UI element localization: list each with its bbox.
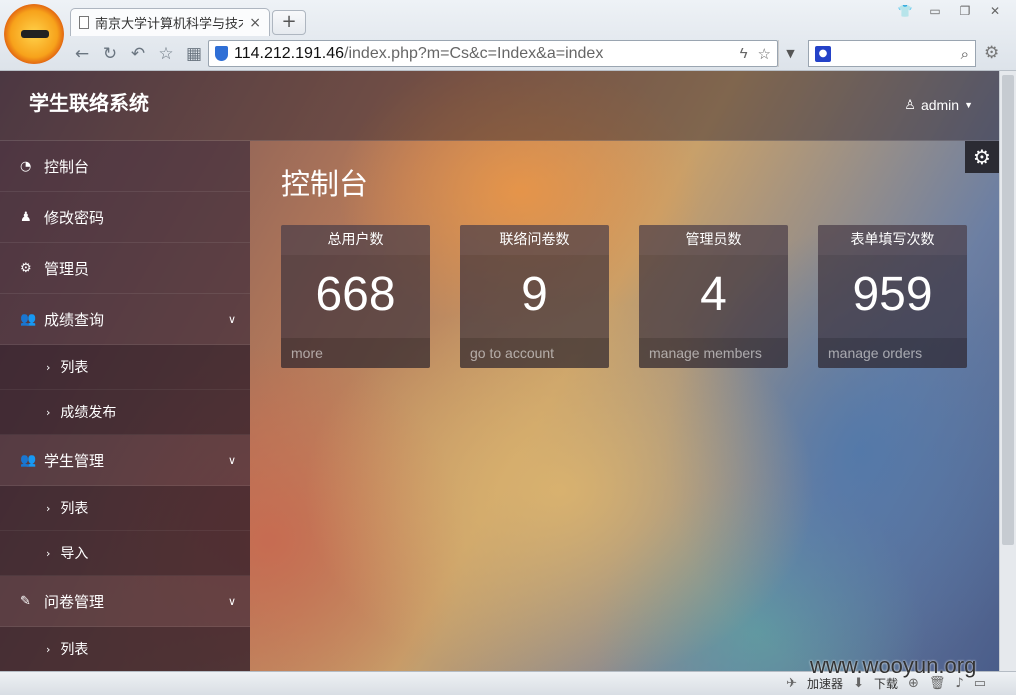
close-tab-icon[interactable]: ×	[249, 15, 261, 31]
chevron-right-icon: ›	[46, 360, 51, 374]
favorite-icon[interactable]: ☆	[154, 42, 178, 66]
sidebar-subitem-students-list[interactable]: › 列表	[0, 486, 250, 531]
edit-icon: ✎	[20, 593, 31, 609]
top-navbar: 学生联络系统 ♙ admin ▼	[0, 71, 999, 141]
stat-card-value: 4	[639, 255, 788, 338]
stat-card-title: 总用户数	[281, 225, 430, 255]
baidu-icon: ●	[815, 45, 831, 62]
person-icon: ♙	[904, 97, 916, 112]
accelerator-icon[interactable]: ✈	[786, 676, 797, 691]
nav-toolbar: ← ↻ ↶ ☆ ▦ 114.212.191.46/index.php?m=Cs&…	[66, 39, 1016, 69]
page-content: 学生联络系统 ♙ admin ▼ ◔ 控制台 ♟ 修改密码 ⚙ 管理员 👥 成绩…	[0, 71, 999, 671]
sidebar-item-label: 管理员	[44, 259, 90, 278]
sidebar-subitem-label: 列表	[60, 360, 89, 376]
back-icon[interactable]: ←	[70, 42, 94, 66]
undo-icon[interactable]: ↶	[126, 42, 150, 66]
chevron-down-icon: ∨	[227, 594, 236, 608]
window-controls: 👕 ▭ ❐ ✕	[892, 2, 1008, 20]
cogs-icon: ⚙	[20, 260, 32, 276]
refresh-icon[interactable]: ↻	[98, 42, 122, 66]
sidebar-subitem-students-import[interactable]: › 导入	[0, 531, 250, 576]
sidebar-item-label: 修改密码	[44, 208, 105, 227]
sidebar: ◔ 控制台 ♟ 修改密码 ⚙ 管理员 👥 成绩查询 ∨ › 列表 › 成绩发布 …	[0, 141, 250, 671]
sidebar-subitem-grades-list[interactable]: › 列表	[0, 345, 250, 390]
address-dropdown-icon[interactable]: ▼	[778, 40, 802, 67]
close-window-icon[interactable]: ✕	[982, 2, 1008, 20]
chevron-down-icon: ∨	[227, 312, 236, 326]
chevron-down-icon: ∨	[227, 453, 236, 467]
browser-chrome: 南京大学计算机科学与技术 × + 👕 ▭ ❐ ✕ ← ↻ ↶ ☆ ▦ 114.2…	[0, 0, 1016, 71]
shield-icon	[215, 46, 228, 61]
address-bar[interactable]: 114.212.191.46/index.php?m=Cs&c=Index&a=…	[208, 40, 778, 67]
stat-card-submissions: 表单填写次数 959 manage orders	[818, 225, 967, 368]
tab-title: 南京大学计算机科学与技术	[95, 17, 244, 32]
stat-card-link[interactable]: more	[281, 338, 430, 368]
settings-gear-button[interactable]: ⚙	[965, 141, 999, 173]
restore-icon[interactable]: ❐	[952, 2, 978, 20]
browser-tab[interactable]: 南京大学计算机科学与技术 ×	[70, 8, 270, 36]
stat-card-link[interactable]: manage orders	[818, 338, 967, 368]
vertical-scrollbar[interactable]	[999, 71, 1016, 671]
chevron-right-icon: ›	[46, 546, 51, 560]
sidebar-subitem-label: 成绩发布	[60, 405, 117, 421]
document-icon	[79, 16, 89, 29]
lightning-icon[interactable]: ϟ	[740, 45, 748, 63]
sidebar-item-label: 成绩查询	[44, 310, 105, 329]
stat-card-value: 9	[460, 255, 609, 338]
stat-card-value: 959	[818, 255, 967, 338]
sidebar-subitem-surveys-list[interactable]: › 列表	[0, 627, 250, 671]
username: admin	[920, 97, 960, 113]
group-icon: 👥	[20, 452, 37, 468]
grid-icon[interactable]: ▦	[182, 42, 206, 66]
stat-card-surveys: 联络问卷数 9 go to account	[460, 225, 609, 368]
browser-logo	[4, 4, 64, 64]
sidebar-item-dashboard[interactable]: ◔ 控制台	[0, 141, 250, 192]
sidebar-subitem-label: 导入	[60, 546, 89, 562]
url-host: 114.212.191.46	[234, 44, 345, 62]
stat-card-value: 668	[281, 255, 430, 338]
wrench-icon[interactable]: ⚙	[984, 43, 999, 63]
chevron-right-icon: ›	[46, 501, 51, 515]
sidebar-subitem-label: 列表	[60, 501, 89, 517]
sidebar-item-label: 问卷管理	[44, 592, 105, 611]
sidebar-item-admin[interactable]: ⚙ 管理员	[0, 243, 250, 294]
new-tab-button[interactable]: +	[272, 10, 306, 35]
skin-icon[interactable]: 👕	[892, 2, 918, 20]
sidebar-item-surveys[interactable]: ✎ 问卷管理 ∨	[0, 576, 250, 627]
watermark: www.wooyun.org	[810, 653, 977, 678]
stat-card-title: 表单填写次数	[818, 225, 967, 255]
sidebar-subitem-grades-publish[interactable]: › 成绩发布	[0, 390, 250, 435]
stat-cards: 总用户数 668 more 联络问卷数 9 go to account 管理员数…	[281, 225, 967, 368]
search-icon[interactable]: ⌕	[961, 45, 969, 63]
sidebar-item-change-password[interactable]: ♟ 修改密码	[0, 192, 250, 243]
stat-card-users: 总用户数 668 more	[281, 225, 430, 368]
stat-card-link[interactable]: go to account	[460, 338, 609, 368]
caret-down-icon: ▼	[964, 100, 973, 110]
user-menu[interactable]: ♙ admin ▼	[904, 97, 973, 113]
sidebar-item-label: 学生管理	[44, 451, 105, 470]
chevron-right-icon: ›	[46, 405, 51, 419]
stat-card-title: 联络问卷数	[460, 225, 609, 255]
chevron-right-icon: ›	[46, 642, 51, 656]
url-path: /index.php?m=Cs&c=Index&a=index	[344, 44, 604, 62]
sidebar-item-grades[interactable]: 👥 成绩查询 ∨	[0, 294, 250, 345]
scrollbar-thumb[interactable]	[1002, 75, 1014, 545]
minimize-icon[interactable]: ▭	[922, 2, 948, 20]
group-icon: 👥	[20, 311, 37, 327]
dashboard-icon: ◔	[20, 158, 32, 174]
brand-title[interactable]: 学生联络系统	[29, 87, 149, 116]
search-box[interactable]: ● ⌕	[808, 40, 976, 67]
sidebar-item-label: 控制台	[44, 157, 90, 176]
sidebar-subitem-label: 列表	[60, 642, 89, 658]
stat-card-link[interactable]: manage members	[639, 338, 788, 368]
stat-card-title: 管理员数	[639, 225, 788, 255]
user-icon: ♟	[20, 209, 32, 225]
stat-card-admins: 管理员数 4 manage members	[639, 225, 788, 368]
star-icon[interactable]: ☆	[758, 45, 771, 63]
page-title: 控制台	[281, 167, 369, 201]
sidebar-item-students[interactable]: 👥 学生管理 ∨	[0, 435, 250, 486]
